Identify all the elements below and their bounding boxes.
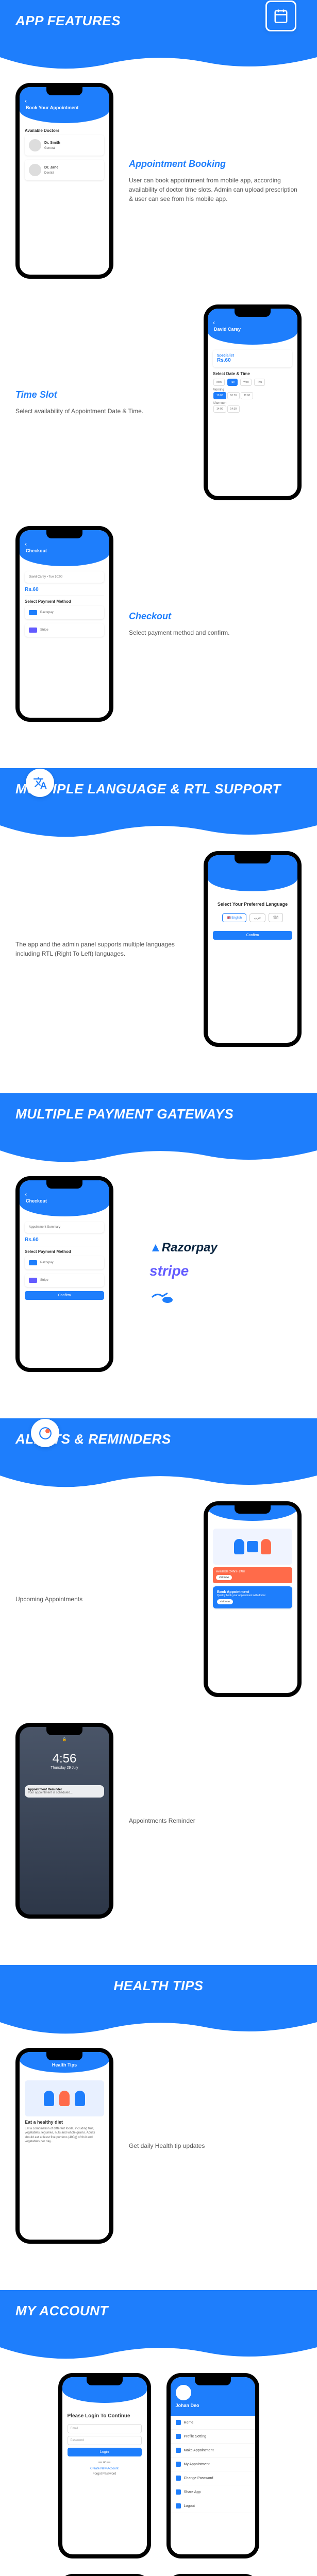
- sidebar-item-password[interactable]: Change Password: [171, 2471, 255, 2485]
- feature-desc: User can book appointment from mobile ap…: [129, 176, 302, 204]
- signup-link[interactable]: Create New Account: [68, 2467, 142, 2470]
- feature-title: Checkout: [129, 611, 302, 622]
- phone-mockup: ‹David Carey Specialist Rs.60 Select Dat…: [204, 304, 302, 500]
- phone-mockup: ‹Book Your Appointment Available Doctors…: [15, 83, 113, 279]
- phone-mockup-sidebar: Johan Deo Home Profile Setting Make Appo…: [166, 2373, 259, 2558]
- login-button[interactable]: Login: [68, 2448, 142, 2456]
- password-field[interactable]: Password: [68, 2436, 142, 2445]
- feature-row-upcoming: Available 24hrs+24hr visit now Book Appo…: [15, 1501, 302, 1697]
- phone-mockup: Available 24hrs+24hr visit now Book Appo…: [204, 1501, 302, 1697]
- feature-desc: Get daily Health tip updates: [129, 2141, 302, 2150]
- feature-desc: Select payment method and confirm.: [129, 628, 302, 637]
- lang-option[interactable]: عربي: [249, 913, 266, 922]
- phone-mockup: ‹Checkout Appointment Summary Rs.60 Sele…: [15, 1176, 113, 1372]
- doctor-item[interactable]: Dr. JaneDentist: [25, 160, 104, 180]
- calendar-icon: [265, 1, 296, 31]
- phone-mockup: ‹Checkout David Carey • Tue 10:00 Rs.60 …: [15, 526, 113, 722]
- payment-option[interactable]: Stripe: [25, 623, 104, 637]
- illustration: [213, 1529, 292, 1565]
- feature-row-payment: ‹Checkout Appointment Summary Rs.60 Sele…: [15, 1176, 302, 1372]
- doctor-item[interactable]: Dr. SmithGeneral: [25, 135, 104, 156]
- feature-desc: Select availability of Appointment Date …: [15, 406, 188, 416]
- visit-button[interactable]: visit now: [216, 1575, 232, 1580]
- payment-option[interactable]: Razorpay: [25, 606, 104, 619]
- payment-option[interactable]: Razorpay: [25, 1256, 104, 1269]
- sidebar-item-my[interactable]: My Appointment: [171, 2458, 255, 2471]
- feature-desc: The app and the admin panel supports mul…: [15, 940, 188, 958]
- feature-title: Appointment Booking: [129, 159, 302, 170]
- sidebar-item-logout[interactable]: Logout: [171, 2499, 255, 2513]
- health-illustration: [25, 2080, 104, 2116]
- bell-icon: [31, 1419, 59, 1447]
- payment-option[interactable]: Stripe: [25, 1274, 104, 1287]
- feature-label: Upcoming Appointments: [15, 1595, 188, 1604]
- feature-row-reminder: 🔒 4:56 Thursday 29 July Appointment Remi…: [15, 1723, 302, 1919]
- sidebar-item-profile[interactable]: Profile Setting: [171, 2430, 255, 2444]
- feature-label: Appointments Reminder: [129, 1816, 302, 1825]
- forgot-link[interactable]: Forgot Password: [68, 2472, 142, 2476]
- section-header-account: MY ACCOUNT: [0, 2290, 317, 2332]
- wave-divider: [0, 42, 317, 73]
- sidebar-item-home[interactable]: Home: [171, 2416, 255, 2430]
- confirm-button[interactable]: Confirm: [213, 931, 292, 940]
- section-header-health: HEALTH TIPS: [0, 1965, 317, 2007]
- phone-mockup: 🔒 4:56 Thursday 29 July Appointment Remi…: [15, 1723, 113, 1919]
- feature-row-health: Health Tips Eat a healthy diet Eat a com…: [15, 2048, 302, 2244]
- feature-row-timeslot: ‹David Carey Specialist Rs.60 Select Dat…: [15, 304, 302, 500]
- alert-banner: Available 24hrs+24hr visit now: [213, 1567, 292, 1583]
- feature-row-checkout: ‹Checkout David Carey • Tue 10:00 Rs.60 …: [15, 526, 302, 722]
- translate-icon: [26, 769, 54, 797]
- phone-mockup-login: Please Login To Continue Email Password …: [58, 2373, 151, 2558]
- lang-option[interactable]: 🇬🇧 English: [222, 913, 246, 922]
- cash-icon: [149, 1287, 175, 1308]
- feature-row-lang: The app and the admin panel supports mul…: [15, 851, 302, 1047]
- sidebar-item-share[interactable]: Share App: [171, 2485, 255, 2499]
- email-field[interactable]: Email: [68, 2424, 142, 2433]
- feature-row-appointment: ‹Book Your Appointment Available Doctors…: [15, 83, 302, 279]
- lang-option[interactable]: हिंदी: [269, 913, 282, 922]
- avatar: [176, 2385, 191, 2400]
- phone-mockup: Health Tips Eat a healthy diet Eat a com…: [15, 2048, 113, 2244]
- phone-mockup: Select Your Preferred Language 🇬🇧 Englis…: [204, 851, 302, 1047]
- notification-item[interactable]: Appointment Reminder Your appointment is…: [25, 1785, 104, 1798]
- phone-mockup-appointments: ‹My Appointments Ref. No #2 📅 29 Jul • 1…: [58, 2574, 151, 2576]
- doctors-label: Available Doctors: [25, 128, 104, 133]
- section-header-payment: MULTIPLE PAYMENT GATEWAYS: [0, 1093, 317, 1135]
- feature-title: Time Slot: [15, 389, 188, 400]
- sidebar-item-make[interactable]: Make Appointment: [171, 2444, 255, 2458]
- razorpay-logo: ▲Razorpay: [149, 1241, 218, 1255]
- phone-mockup-profile: Johan Deo Contact Number +1 234 567 Emai…: [166, 2574, 259, 2576]
- stripe-logo: stripe: [149, 1263, 189, 1279]
